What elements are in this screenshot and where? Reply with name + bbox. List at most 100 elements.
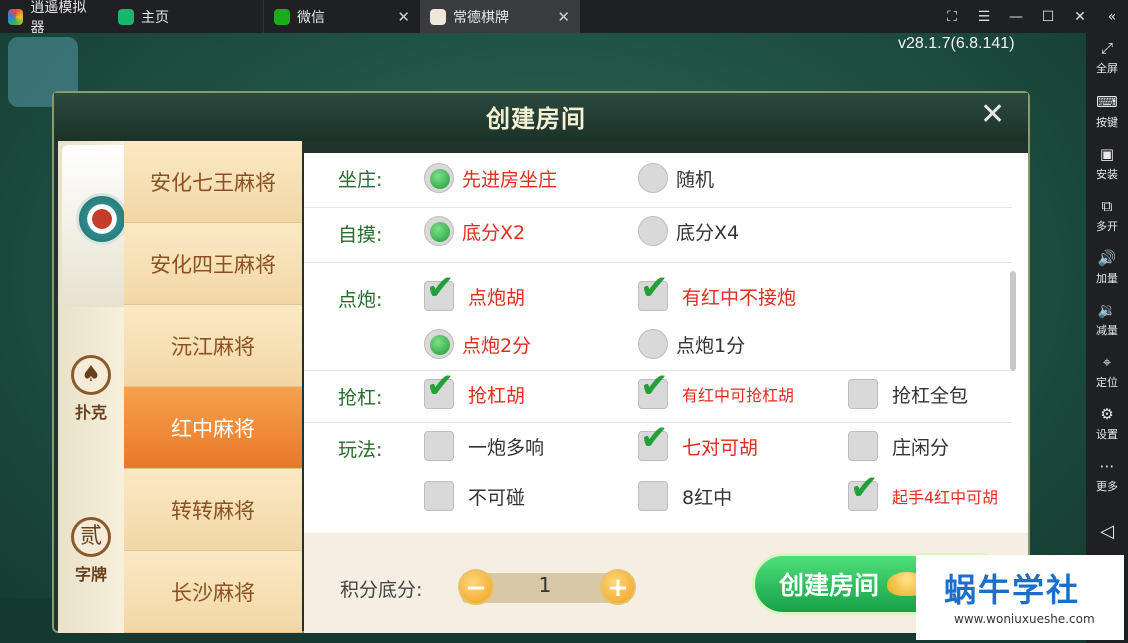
game-item[interactable]: 沅江麻将 — [124, 305, 302, 387]
option-zhuang-first[interactable]: 先进房坐庄 — [424, 163, 557, 193]
radio[interactable] — [638, 163, 668, 193]
option-8-hongzhong[interactable]: 8红中 — [638, 481, 732, 511]
collapse-icon[interactable]: « — [1096, 9, 1128, 25]
game-item-active[interactable]: 红中麻将 — [124, 387, 302, 469]
option-qianggang-hu[interactable]: 抢杠胡 — [424, 366, 526, 409]
option-bukepeng[interactable]: 不可碰 — [424, 481, 525, 511]
menu-icon[interactable]: ☰ — [968, 9, 1000, 25]
more-icon: ⋯ — [1099, 457, 1115, 475]
option-qishou-4-hongzhong[interactable]: 起手4红中可胡 — [848, 468, 998, 511]
back-icon[interactable]: ◁ — [1086, 521, 1128, 542]
category-label: 扑克 — [74, 403, 107, 422]
volume-down-icon: 🔉 — [1097, 301, 1117, 319]
checkbox[interactable] — [424, 431, 454, 461]
minimize-icon[interactable]: — — [1000, 9, 1032, 25]
checkbox[interactable] — [638, 481, 668, 511]
radio[interactable] — [638, 329, 668, 359]
option-dianpao-2[interactable]: 点炮2分 — [424, 329, 531, 359]
row-label: 点炮: — [338, 289, 383, 311]
checkbox[interactable] — [638, 366, 669, 409]
game-item[interactable]: 安化四王麻将 — [124, 223, 302, 305]
close-icon[interactable]: ✕ — [397, 8, 410, 26]
app-name: 逍遥模拟器 — [30, 0, 87, 36]
tab-wechat[interactable]: 微信 ✕ — [263, 0, 420, 33]
option-zhuangxian[interactable]: 庄闲分 — [848, 431, 949, 461]
game-item[interactable]: 安化七王麻将 — [124, 141, 302, 223]
sidebar-more[interactable]: ⋯ 更多 — [1086, 457, 1128, 494]
option-dianpao-1[interactable]: 点炮1分 — [638, 329, 745, 359]
emulator-sidebar: ⤢ 全屏 ⌨ 按键 ▣ 安装 ⧉ 多开 🔊 加量 🔉 减量 ⌖ 定位 ⚙ 设置 ⋯ 更多 ◁ — [1086, 33, 1128, 643]
checkbox[interactable] — [848, 468, 879, 511]
checkbox[interactable] — [424, 366, 455, 409]
checkbox[interactable] — [848, 431, 878, 461]
home-icon — [118, 8, 134, 25]
checkbox[interactable] — [848, 379, 878, 409]
option-zhuang-random[interactable]: 随机 — [638, 163, 714, 193]
sidebar-keys[interactable]: ⌨ 按键 — [1086, 93, 1128, 130]
sidebar-install[interactable]: ▣ 安装 — [1086, 145, 1128, 182]
sidebar-label: 安装 — [1096, 168, 1118, 181]
option-zimo-x4[interactable]: 底分X4 — [638, 216, 739, 246]
game-item[interactable]: 转转麻将 — [124, 469, 302, 551]
sidebar-volume-up[interactable]: 🔊 加量 — [1086, 249, 1128, 286]
option-zimo-x2[interactable]: 底分X2 — [424, 216, 525, 246]
option-text: 8红中 — [682, 486, 733, 509]
location-icon: ⌖ — [1102, 353, 1112, 371]
close-window-icon[interactable]: ✕ — [1064, 9, 1096, 25]
option-dianpao-hu[interactable]: 点炮胡 — [424, 268, 525, 311]
option-qianggang-quanbao[interactable]: 抢杠全包 — [848, 379, 968, 409]
zi-icon: 贰 — [71, 517, 111, 557]
checkbox[interactable] — [638, 418, 669, 461]
app-menu[interactable]: 逍遥模拟器 — [0, 0, 108, 36]
close-icon[interactable]: ✕ — [980, 97, 1005, 132]
plus-button[interactable]: + — [600, 569, 636, 605]
row-label: 坐庄: — [338, 169, 383, 191]
maximize-icon[interactable]: ☐ — [1032, 9, 1064, 25]
option-text: 随机 — [676, 168, 715, 191]
gear-icon: ⚙ — [1100, 405, 1114, 423]
close-icon[interactable]: ✕ — [557, 8, 570, 26]
checkbox[interactable] — [638, 268, 669, 311]
radio[interactable] — [424, 163, 454, 193]
keyboard-icon: ⌨ — [1096, 93, 1118, 111]
option-text: 点炮2分 — [462, 334, 532, 357]
sidebar-multi[interactable]: ⧉ 多开 — [1086, 197, 1128, 234]
watermark-url: www.woniuxueshe.com — [954, 612, 1095, 626]
tab-label: 微信 — [297, 9, 325, 26]
sidebar-label: 按键 — [1096, 116, 1118, 129]
tab-label: 主页 — [141, 9, 169, 26]
option-hongzhong-bujiepao[interactable]: 有红中不接炮 — [638, 268, 796, 311]
screenshot-icon[interactable]: ⛶ — [936, 9, 968, 25]
tab-home[interactable]: 主页 — [108, 0, 263, 33]
radio[interactable] — [638, 216, 668, 246]
option-text: 点炮1分 — [676, 334, 746, 357]
volume-up-icon: 🔊 — [1097, 249, 1117, 267]
dialog-title: 创建房间 — [486, 105, 586, 133]
minus-button[interactable]: − — [458, 569, 494, 605]
option-text: 抢杠胡 — [468, 384, 526, 407]
sidebar-fullscreen[interactable]: ⤢ 全屏 — [1086, 39, 1128, 76]
tab-game[interactable]: 常德棋牌 ✕ — [420, 0, 580, 33]
game-item[interactable]: 长沙麻将 — [124, 551, 302, 633]
sidebar-settings[interactable]: ⚙ 设置 — [1086, 405, 1128, 442]
option-text: 抢杠全包 — [892, 384, 969, 407]
row-zimo: 自摸: 底分X2 底分X4 — [304, 208, 1012, 263]
sidebar-location[interactable]: ⌖ 定位 — [1086, 353, 1128, 390]
checkbox[interactable] — [424, 268, 455, 311]
checkbox[interactable] — [424, 481, 454, 511]
sidebar-volume-down[interactable]: 🔉 减量 — [1086, 301, 1128, 338]
app-logo-icon — [8, 8, 24, 25]
radio[interactable] — [424, 329, 454, 359]
option-hongzhong-qianggang[interactable]: 有红中可抢杠胡 — [638, 366, 794, 409]
fullscreen-icon: ⤢ — [1100, 39, 1113, 57]
radio[interactable] — [424, 216, 454, 246]
score-label: 积分底分: — [340, 579, 423, 601]
category-zipai[interactable]: 贰 字牌 — [58, 517, 124, 585]
row-wanfa: 玩法: 一炮多响 七对可胡 庄闲分 不可碰 8红中 起手4红中可胡 — [304, 418, 1012, 533]
options-panel: 坐庄: 先进房坐庄 随机 自摸: 底分X2 底分X4 点炮: 点炮胡 有红中不接… — [304, 153, 1028, 533]
row-label: 自摸: — [338, 224, 383, 246]
option-yipao-duoxiang[interactable]: 一炮多响 — [424, 431, 544, 461]
version-label: v28.1.7(6.8.141) — [898, 35, 1015, 52]
option-qidui[interactable]: 七对可胡 — [638, 418, 758, 461]
category-poker[interactable]: ♠ 扑克 — [58, 355, 124, 423]
